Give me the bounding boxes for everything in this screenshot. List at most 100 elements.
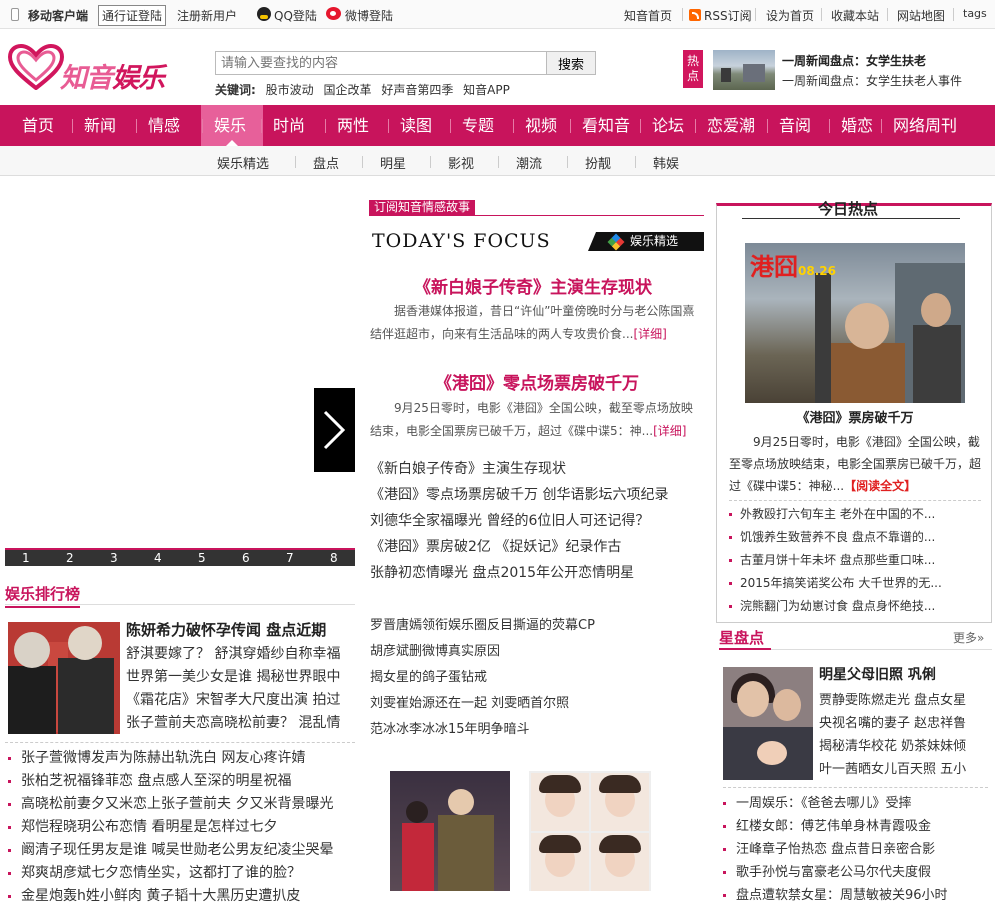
ranking-image[interactable]: [8, 622, 120, 734]
nav-item[interactable]: 情感: [148, 105, 180, 146]
nav-item[interactable]: 婚恋: [841, 105, 873, 146]
tags-link[interactable]: tags: [963, 7, 987, 20]
set-homepage-link[interactable]: 设为首页: [766, 7, 814, 24]
list-item[interactable]: 盘点遭软禁女星：周慧敏被关96小时: [723, 884, 948, 903]
nav-item[interactable]: 论坛: [652, 105, 684, 146]
nav-item[interactable]: 新闻: [84, 105, 116, 146]
list-item[interactable]: 《港囧》票房破2亿 《捉妖记》纪录作古: [370, 536, 621, 556]
list-item[interactable]: 揭女星的鸽子蛋钻戒: [370, 666, 487, 685]
hot-news-title[interactable]: 一周新闻盘点：女学生扶老: [782, 52, 926, 69]
nav-item[interactable]: 两性: [337, 105, 369, 146]
nav-item[interactable]: 看知音: [582, 105, 630, 146]
article-more-link[interactable]: [详细]: [633, 327, 666, 341]
list-item[interactable]: 张静初恋情曝光 盘点2015年公开恋情明星: [370, 562, 634, 582]
ranking-sub-link[interactable]: 世界第一美少女是谁 揭秘世界眼中: [126, 666, 354, 686]
hot-news-subtitle[interactable]: 一周新闻盘点：女学生扶老人事件: [782, 72, 962, 89]
list-item[interactable]: 一周娱乐：《爸爸去哪儿》受摔: [723, 792, 912, 811]
nav-item[interactable]: 读图: [400, 105, 432, 146]
list-item[interactable]: 刘雯崔始源还在一起 刘雯晒首尔照: [370, 692, 569, 711]
subnav-item[interactable]: 影视: [448, 153, 474, 172]
star-headline[interactable]: 明星父母旧照 巩俐: [819, 664, 936, 684]
list-item[interactable]: 红楼女郎：傅艺伟单身林青霞吸金: [723, 815, 931, 834]
ranking-sub-link[interactable]: 《霜花店》宋智孝大尺度出演 拍过: [126, 689, 354, 709]
star-more-link[interactable]: 更多»: [953, 629, 984, 646]
list-item[interactable]: 外教殴打六旬车主 老外在中国的不...: [729, 505, 935, 522]
article-title[interactable]: 《新白娘子传奇》主演生存现状: [414, 273, 652, 298]
list-item[interactable]: 歌手孙悦与富豪老公马尔代夫度假: [723, 861, 931, 880]
subnav-item[interactable]: 明星: [380, 153, 406, 172]
keyword-link[interactable]: 知音APP: [463, 83, 510, 97]
movie-poster-image[interactable]: 港囧08.26: [745, 243, 965, 403]
list-item[interactable]: 高晓松前妻夕又米恋上张子萱前夫 夕又米背景曝光: [8, 793, 333, 813]
subnav-item[interactable]: 扮靓: [585, 153, 611, 172]
slider-page[interactable]: 5: [198, 551, 206, 565]
nav-item[interactable]: 视频: [525, 105, 557, 146]
slider-next-button[interactable]: [314, 388, 355, 472]
list-item[interactable]: 刘德华全家福曝光 曾经的6位旧人可还记得？: [370, 510, 649, 530]
subnav-item[interactable]: 盘点: [313, 153, 339, 172]
star-sub-link[interactable]: 叶一茜晒女儿百天照 五小: [819, 758, 985, 777]
keyword-link[interactable]: 股市波动: [266, 83, 314, 97]
ranking-headline[interactable]: 陈妍希力破怀孕传闻 盘点近期: [126, 619, 326, 640]
home-link[interactable]: 知音首页: [624, 7, 672, 24]
qq-login-link[interactable]: QQ登陆: [274, 7, 317, 24]
bookmark-link[interactable]: 收藏本站: [831, 7, 879, 24]
focus-tab[interactable]: 娱乐精选: [588, 232, 704, 251]
subscribe-tag[interactable]: 订阅知音情感故事: [369, 200, 476, 215]
nav-item[interactable]: 专题: [462, 105, 494, 146]
nav-item[interactable]: 首页: [22, 105, 54, 146]
star-sub-link[interactable]: 央视名嘴的妻子 赵忠祥鲁: [819, 712, 985, 731]
list-item[interactable]: 《港囧》零点场票房破千万 创华语影坛六项纪录: [370, 484, 668, 504]
passport-login-button[interactable]: 通行证登陆: [98, 5, 167, 26]
slider-page[interactable]: 3: [110, 551, 118, 565]
article-more-link[interactable]: [详细]: [653, 424, 686, 438]
subnav-item[interactable]: 韩娱: [653, 153, 679, 172]
subnav-item[interactable]: 娱乐精选: [217, 153, 269, 172]
register-link[interactable]: 注册新用户: [177, 7, 237, 24]
ranking-sub-link[interactable]: 舒淇要嫁了？ 舒淇穿婚纱自称幸福: [126, 643, 354, 663]
slider-page[interactable]: 8: [330, 551, 338, 565]
nav-item[interactable]: 恋爱潮: [707, 105, 755, 146]
hot-news-thumbnail[interactable]: [713, 50, 775, 90]
list-item[interactable]: 张子萱微博发声为陈赫出轨洗白 网友心疼许婧: [8, 747, 305, 767]
rss-link[interactable]: RSS订阅: [704, 7, 752, 24]
list-item[interactable]: 郑爽胡彦斌七夕恋情坐实，这都打了谁的脸？: [8, 862, 301, 882]
article-title[interactable]: 《港囧》零点场票房破千万: [435, 369, 639, 394]
star-sub-link[interactable]: 揭秘清华校花 奶茶妹妹倾: [819, 735, 985, 754]
image-slider[interactable]: [5, 186, 355, 548]
nav-item[interactable]: 时尚: [273, 105, 305, 146]
keyword-link[interactable]: 国企改革: [323, 83, 371, 97]
list-item[interactable]: 2015年搞笑诺奖公布 大千世界的无...: [729, 574, 942, 591]
slider-page[interactable]: 1: [22, 551, 30, 565]
list-item[interactable]: 汪峰章子怡热恋 盘点昔日亲密合影: [723, 838, 935, 857]
photo-thumbnail[interactable]: [529, 771, 651, 891]
read-more-link[interactable]: 【阅读全文】: [844, 479, 916, 493]
ranking-sub-link[interactable]: 张子萱前夫恋高晓松前妻？ 混乱情: [126, 712, 354, 732]
list-item[interactable]: 罗晋唐嫣领衔娱乐圈反目撕逼的荧幕CP: [370, 614, 595, 633]
list-item[interactable]: 阚清子现任男友是谁 喊吴世勋老公男友纪凌尘哭晕: [8, 839, 333, 859]
slider-page[interactable]: 4: [154, 551, 162, 565]
search-input[interactable]: [215, 51, 547, 75]
logo-heart-icon[interactable]: [8, 44, 64, 90]
sitemap-link[interactable]: 网站地图: [897, 7, 945, 24]
logo-text[interactable]: 知音娱乐: [60, 56, 165, 95]
slider-page[interactable]: 2: [66, 551, 74, 565]
slider-page[interactable]: 6: [242, 551, 250, 565]
subnav-item[interactable]: 潮流: [516, 153, 542, 172]
nav-item[interactable]: 音阅: [779, 105, 811, 146]
nav-item[interactable]: 网络周刊: [893, 105, 957, 146]
list-item[interactable]: 饥饿养生致营养不良 盘点不靠谱的...: [729, 528, 935, 545]
list-item[interactable]: 《新白娘子传奇》主演生存现状: [370, 458, 566, 478]
star-sub-link[interactable]: 贾静雯陈燃走光 盘点女星: [819, 689, 985, 708]
list-item[interactable]: 郑恺程晓玥公布恋情 看明星是怎样过七夕: [8, 816, 277, 836]
list-item[interactable]: 胡彦斌删微博真实原因: [370, 640, 500, 659]
weibo-login-link[interactable]: 微博登陆: [345, 7, 393, 24]
mobile-client-link[interactable]: 移动客户端: [28, 7, 88, 24]
keyword-link[interactable]: 好声音第四季: [381, 83, 453, 97]
search-button[interactable]: 搜索: [546, 51, 596, 75]
list-item[interactable]: 浣熊翻门为幼崽讨食 盘点身怀绝技...: [729, 597, 935, 614]
poster-caption[interactable]: 《港囧》票房破千万: [745, 407, 965, 426]
list-item[interactable]: 金星炮轰h姓小鲜肉 黄子韬十大黑历史遭扒皮: [8, 885, 300, 905]
photo-thumbnail[interactable]: [390, 771, 510, 891]
star-photo[interactable]: [723, 667, 813, 780]
